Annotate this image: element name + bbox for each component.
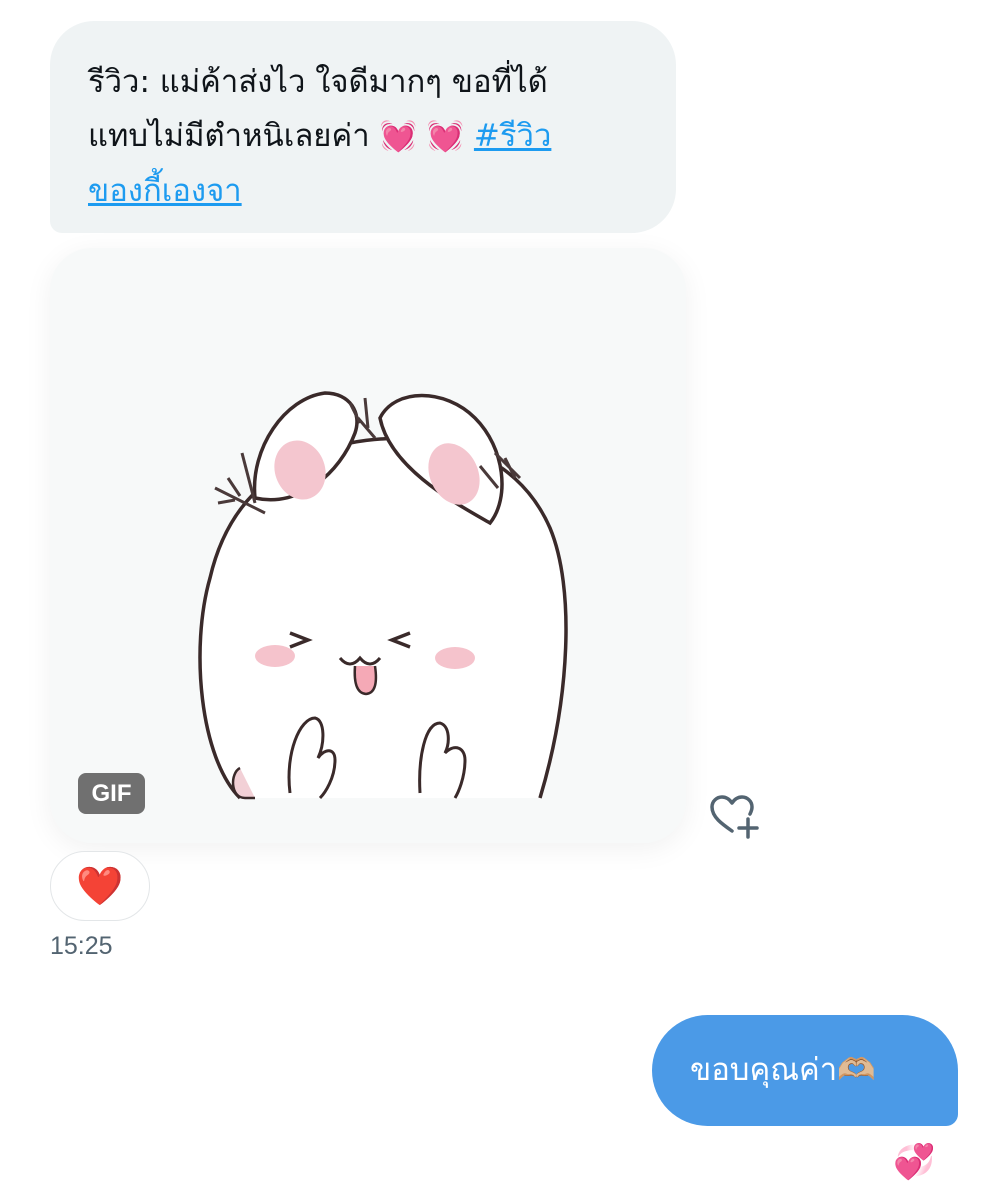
incoming-message-line-1: รีวิว: แม่ค้าส่งไว ใจดีมากๆ ขอที่ได้ [88,64,548,100]
red-heart-emoji-icon: ❤️ [76,864,124,908]
bunny-sticker-icon [198,391,568,800]
incoming-message-line-2-text: แทบไม่มีตำหนิเลยค่า [88,118,370,154]
message-reaction-chip[interactable]: ❤️ [50,851,150,921]
pink-heart-emoji-icon: 💓 [379,119,417,154]
incoming-message-line-2: แทบไม่มีตำหนิเลยค่า 💓 💓 #รีวิว [88,109,640,164]
hashtag-link-continued[interactable]: ของกี้เองจา [88,173,242,209]
outgoing-message-text: ขอบคุณค่า [690,1052,838,1088]
outgoing-message-bubble[interactable]: ขอบคุณค่า🫶🏼 [652,1015,958,1126]
incoming-message-bubble[interactable]: รีวิว: แม่ค้าส่งไว ใจดีมากๆ ขอที่ได้ แทบ… [50,21,676,233]
incoming-message-line-3: ของกี้เองจา [88,164,640,218]
two-hearts-reaction-icon[interactable]: 💞 [893,1142,935,1182]
heart-hands-emoji-icon: 🫶🏼 [837,1052,876,1088]
message-timestamp: 15:25 [50,932,113,960]
gif-attachment[interactable]: GIF [50,248,686,843]
gif-badge: GIF [78,773,145,814]
dm-conversation: รีวิว: แม่ค้าส่งไว ใจดีมากๆ ขอที่ได้ แทบ… [0,0,1007,1200]
pink-heart-emoji-icon: 💓 [426,119,465,154]
heart-plus-icon [710,795,759,839]
add-reaction-button[interactable] [708,793,764,841]
hashtag-link[interactable]: #รีวิว [474,118,551,154]
